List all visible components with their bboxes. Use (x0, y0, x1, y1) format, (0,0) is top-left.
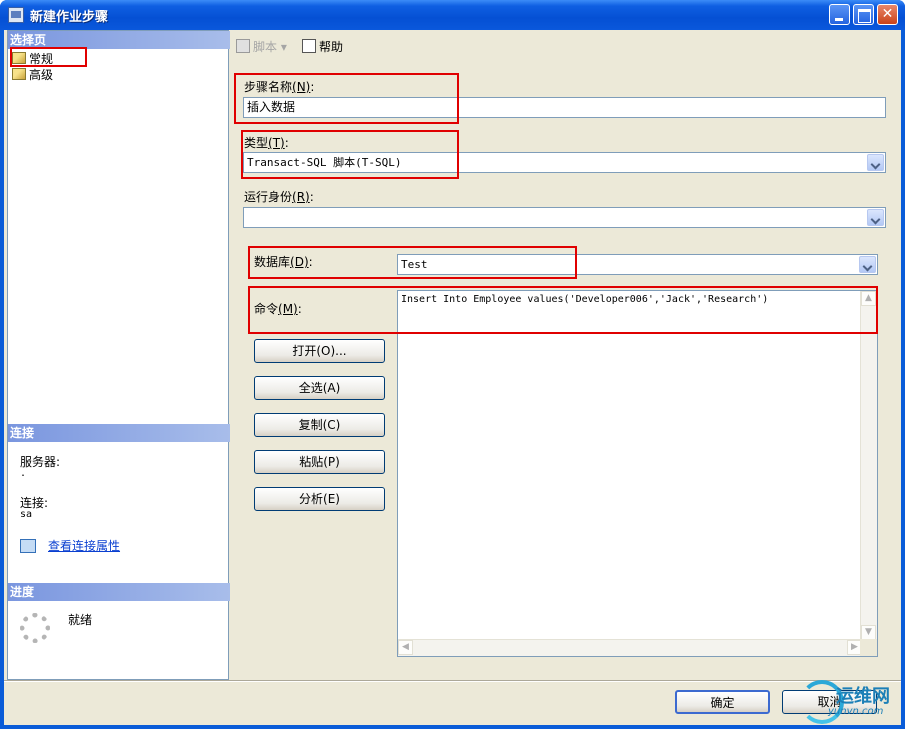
scroll-left-icon[interactable]: ◀ (398, 640, 413, 655)
page-icon (12, 68, 26, 80)
maximize-button[interactable] (853, 4, 874, 25)
connection-value: sa (20, 509, 33, 520)
connection-properties-icon (20, 539, 36, 553)
minimize-button[interactable] (829, 4, 850, 25)
close-button[interactable]: ✕ (877, 4, 898, 25)
watermark-title: 运维网 (836, 686, 890, 707)
chevron-down-icon[interactable] (859, 256, 876, 273)
left-pane: 选择页 常规 高级 连接 服务器: . 连接: sa 查看连接属性 进度 就绪 (7, 30, 230, 680)
page-item-general[interactable]: 常规 (12, 51, 53, 67)
script-button[interactable]: 脚本 ▾ (236, 38, 287, 55)
select-all-button[interactable]: 全选(A) (254, 376, 385, 400)
database-key: (D) (290, 255, 309, 269)
command-label: 命令(M): (254, 302, 302, 316)
watermark-logo: 运维网 yunvn.com (800, 680, 904, 728)
step-name-input[interactable]: 插入数据 (243, 97, 886, 118)
run-as-label: 运行身份(R): (244, 190, 314, 204)
script-label: 脚本 (253, 40, 278, 54)
view-connection-properties-link[interactable]: 查看连接属性 (48, 537, 120, 554)
ok-button[interactable]: 确定 (675, 690, 770, 714)
step-name-text: 步骤名称 (244, 80, 293, 94)
page-icon (12, 52, 26, 64)
title-bar[interactable]: 新建作业步骤 ✕ (0, 0, 905, 30)
scroll-up-icon[interactable]: ▲ (861, 291, 876, 306)
database-text: 数据库 (254, 255, 291, 269)
help-icon (302, 39, 316, 53)
select-page-header: 选择页 (8, 31, 230, 49)
help-button[interactable]: 帮助 (302, 38, 343, 55)
app-icon (8, 7, 24, 23)
paste-button[interactable]: 粘贴(P) (254, 450, 385, 474)
command-text: 命令 (254, 302, 279, 316)
run-as-text: 运行身份 (244, 190, 293, 204)
scroll-corner (860, 639, 877, 656)
database-label: 数据库(D): (254, 255, 313, 269)
step-name-label: 步骤名称(N): (244, 80, 315, 94)
vertical-scrollbar[interactable]: ▲ ▼ (860, 291, 877, 640)
page-item-advanced[interactable]: 高级 (12, 67, 53, 83)
page-item-label: 常规 (29, 52, 54, 66)
script-icon (236, 39, 250, 53)
type-label: 类型(T): (244, 136, 289, 150)
toolbar: 脚本 ▾ 帮助 (230, 30, 901, 60)
progress-spinner-icon (20, 613, 50, 643)
progress-status: 就绪 (68, 613, 93, 627)
window-title: 新建作业步骤 (30, 10, 109, 25)
open-button[interactable]: 打开(O)... (254, 339, 385, 363)
command-text-value: Insert Into Employee values('Developer00… (401, 294, 769, 305)
chevron-down-icon[interactable] (867, 154, 884, 171)
database-select-value: Test (401, 258, 428, 271)
horizontal-scrollbar[interactable]: ◀ ▶ (398, 639, 862, 656)
parse-button[interactable]: 分析(E) (254, 487, 385, 511)
watermark-site: yunvn.com (828, 706, 884, 717)
connection-header: 连接 (8, 424, 230, 442)
type-select[interactable]: Transact-SQL 脚本(T-SQL) (243, 152, 886, 173)
server-value: . (20, 468, 27, 479)
page-item-label: 高级 (29, 68, 54, 82)
type-key: (T) (268, 136, 285, 150)
footer-separator (4, 680, 901, 682)
scroll-down-icon[interactable]: ▼ (861, 625, 876, 640)
dialog-client-area: 选择页 常规 高级 连接 服务器: . 连接: sa 查看连接属性 进度 就绪 … (4, 30, 901, 725)
step-name-key: (N) (292, 80, 311, 94)
database-select[interactable]: Test (397, 254, 878, 275)
run-as-select[interactable] (243, 207, 886, 228)
type-text: 类型 (244, 136, 269, 150)
copy-button[interactable]: 复制(C) (254, 413, 385, 437)
command-key: (M) (278, 302, 298, 316)
progress-header: 进度 (8, 583, 230, 601)
job-step-window: 新建作业步骤 ✕ 选择页 常规 高级 连接 服务器: . 连接: sa 查看连接… (0, 0, 905, 729)
chevron-down-icon[interactable] (867, 209, 884, 226)
type-select-value: Transact-SQL 脚本(T-SQL) (247, 156, 402, 169)
help-label: 帮助 (319, 40, 344, 54)
command-textarea[interactable]: Insert Into Employee values('Developer00… (397, 290, 878, 657)
run-as-key: (R) (292, 190, 310, 204)
